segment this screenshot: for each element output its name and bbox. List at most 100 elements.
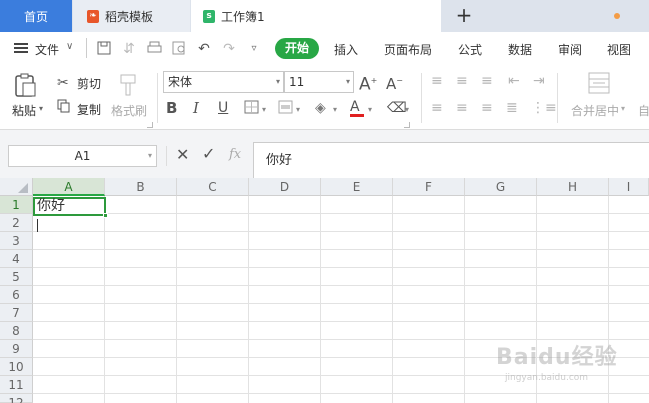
dialog-launcher-icon[interactable] bbox=[147, 122, 153, 128]
column-header-b[interactable]: B bbox=[105, 178, 177, 196]
menu-file[interactable]: 文件 bbox=[35, 41, 59, 58]
merge-center-icon[interactable] bbox=[588, 72, 610, 99]
row-header-7[interactable]: 7 bbox=[0, 304, 33, 322]
cell-a1[interactable]: 你好 bbox=[33, 197, 106, 216]
align-left-icon[interactable]: ≡ bbox=[431, 99, 443, 117]
paste-dropdown-icon[interactable]: ▾ bbox=[39, 104, 43, 113]
fill-handle[interactable] bbox=[103, 213, 108, 218]
row-header-10[interactable]: 10 bbox=[0, 358, 33, 376]
export-icon[interactable]: ⇵ bbox=[121, 41, 137, 57]
chevron-down-icon[interactable]: ▾ bbox=[368, 101, 372, 119]
increase-font-size-icon[interactable]: A+ bbox=[359, 72, 377, 94]
decrease-font-size-icon[interactable]: A− bbox=[386, 72, 403, 93]
gridline-vertical bbox=[176, 196, 177, 403]
menu-page-layout[interactable]: 页面布局 bbox=[384, 41, 432, 58]
row-header-1[interactable]: 1 bbox=[0, 196, 33, 214]
row-header-2[interactable]: 2 bbox=[0, 214, 33, 232]
align-center-icon[interactable]: ≡ bbox=[456, 99, 468, 117]
menu-view[interactable]: 视图 bbox=[607, 41, 631, 58]
merge-center-button[interactable]: 合并居中 bbox=[571, 102, 619, 119]
copy-button[interactable]: 复制 bbox=[77, 101, 101, 118]
cell-a1-value: 你好 bbox=[37, 198, 65, 214]
name-box[interactable]: A1 ▾ bbox=[8, 145, 157, 167]
row-header-4[interactable]: 4 bbox=[0, 250, 33, 268]
chevron-down-icon[interactable]: ▾ bbox=[621, 104, 625, 113]
clear-format-icon[interactable]: ⌫ bbox=[387, 99, 407, 117]
row-header-8[interactable]: 8 bbox=[0, 322, 33, 340]
gridline-vertical bbox=[320, 196, 321, 403]
new-tab-button[interactable]: + bbox=[454, 5, 474, 27]
column-header-d[interactable]: D bbox=[249, 178, 321, 196]
increase-indent-icon[interactable]: ⇥ bbox=[533, 72, 545, 90]
chevron-down-icon[interactable]: ▾ bbox=[405, 101, 409, 119]
insert-function-button[interactable]: fx bbox=[229, 147, 241, 162]
tab-workbook[interactable]: s 工作簿1 bbox=[191, 0, 620, 32]
auto-wrap-button[interactable]: 自 bbox=[638, 102, 649, 119]
align-bottom-icon[interactable]: ≡ bbox=[481, 72, 493, 90]
select-all-corner[interactable] bbox=[0, 178, 33, 196]
column-header-f[interactable]: F bbox=[393, 178, 465, 196]
distributed-align-icon[interactable]: ⋮≡ bbox=[531, 99, 557, 117]
justify-icon[interactable]: ≣ bbox=[506, 99, 518, 117]
format-painter-button[interactable]: 格式刷 bbox=[111, 102, 147, 119]
align-top-icon[interactable]: ≡ bbox=[431, 72, 443, 90]
paste-icon[interactable] bbox=[12, 72, 42, 100]
menu-formula[interactable]: 公式 bbox=[458, 41, 482, 58]
underline-icon[interactable]: U bbox=[218, 99, 228, 117]
column-header-c[interactable]: C bbox=[177, 178, 249, 196]
column-header-g[interactable]: G bbox=[465, 178, 537, 196]
row-header-5[interactable]: 5 bbox=[0, 268, 33, 286]
align-right-icon[interactable]: ≡ bbox=[481, 99, 493, 117]
confirm-icon[interactable]: ✓ bbox=[202, 144, 215, 163]
column-header-a[interactable]: A bbox=[33, 178, 105, 196]
tab-home[interactable]: 首页 bbox=[0, 0, 72, 32]
name-box-value: A1 bbox=[74, 149, 91, 163]
save-icon[interactable] bbox=[96, 41, 112, 57]
formula-content: 你好 bbox=[266, 153, 293, 168]
column-header-i[interactable]: I bbox=[609, 178, 649, 196]
hamburger-icon[interactable] bbox=[14, 41, 28, 55]
row-header-3[interactable]: 3 bbox=[0, 232, 33, 250]
italic-icon[interactable]: I bbox=[193, 99, 199, 117]
undo-icon[interactable]: ↶ bbox=[196, 41, 212, 57]
format-painter-icon bbox=[118, 73, 138, 102]
print-icon[interactable] bbox=[146, 41, 162, 57]
copy-icon bbox=[57, 99, 71, 118]
menu-data[interactable]: 数据 bbox=[508, 41, 532, 58]
tab-template[interactable]: ❧ 稻壳模板 bbox=[73, 0, 190, 32]
font-size-select[interactable]: 11 ▾ bbox=[284, 71, 354, 93]
row-header-12[interactable]: 12 bbox=[0, 394, 33, 403]
decrease-indent-icon[interactable]: ⇤ bbox=[508, 72, 520, 90]
row-header-11[interactable]: 11 bbox=[0, 376, 33, 394]
fill-color-icon[interactable]: ◈ bbox=[315, 99, 326, 117]
gridline-horizontal bbox=[33, 285, 649, 286]
row-header-6[interactable]: 6 bbox=[0, 286, 33, 304]
menu-review[interactable]: 审阅 bbox=[558, 41, 582, 58]
row-header-9[interactable]: 9 bbox=[0, 340, 33, 358]
chevron-down-icon[interactable]: ▾ bbox=[333, 101, 337, 119]
menu-insert[interactable]: 插入 bbox=[334, 41, 358, 58]
column-header-h[interactable]: H bbox=[537, 178, 609, 196]
bold-icon[interactable]: B bbox=[166, 99, 177, 117]
cut-button[interactable]: 剪切 bbox=[77, 75, 101, 92]
gridline-horizontal bbox=[33, 249, 649, 250]
menu-start[interactable]: 开始 bbox=[275, 38, 319, 59]
customize-toolbar-icon[interactable]: ▿ bbox=[246, 41, 262, 57]
redo-icon[interactable]: ↷ bbox=[221, 41, 237, 57]
column-header-e[interactable]: E bbox=[321, 178, 393, 196]
gridline-vertical bbox=[248, 196, 249, 403]
formula-input[interactable]: 你好 bbox=[253, 142, 649, 182]
align-middle-icon[interactable]: ≡ bbox=[456, 72, 468, 90]
print-preview-icon[interactable] bbox=[171, 41, 187, 57]
spreadsheet-icon: s bbox=[203, 9, 215, 23]
cancel-icon[interactable]: ✕ bbox=[176, 145, 189, 164]
chevron-down-icon[interactable]: ▾ bbox=[262, 101, 266, 119]
font-size-value: 11 bbox=[289, 75, 305, 89]
cell-style-icon[interactable] bbox=[278, 100, 293, 119]
chevron-down-icon[interactable]: ▾ bbox=[296, 101, 300, 119]
paste-button[interactable]: 粘贴 bbox=[12, 102, 36, 119]
borders-icon[interactable] bbox=[244, 100, 259, 119]
font-name-select[interactable]: 宋体 ▾ bbox=[163, 71, 284, 93]
divider bbox=[557, 73, 558, 123]
dialog-launcher-icon[interactable] bbox=[404, 122, 410, 128]
